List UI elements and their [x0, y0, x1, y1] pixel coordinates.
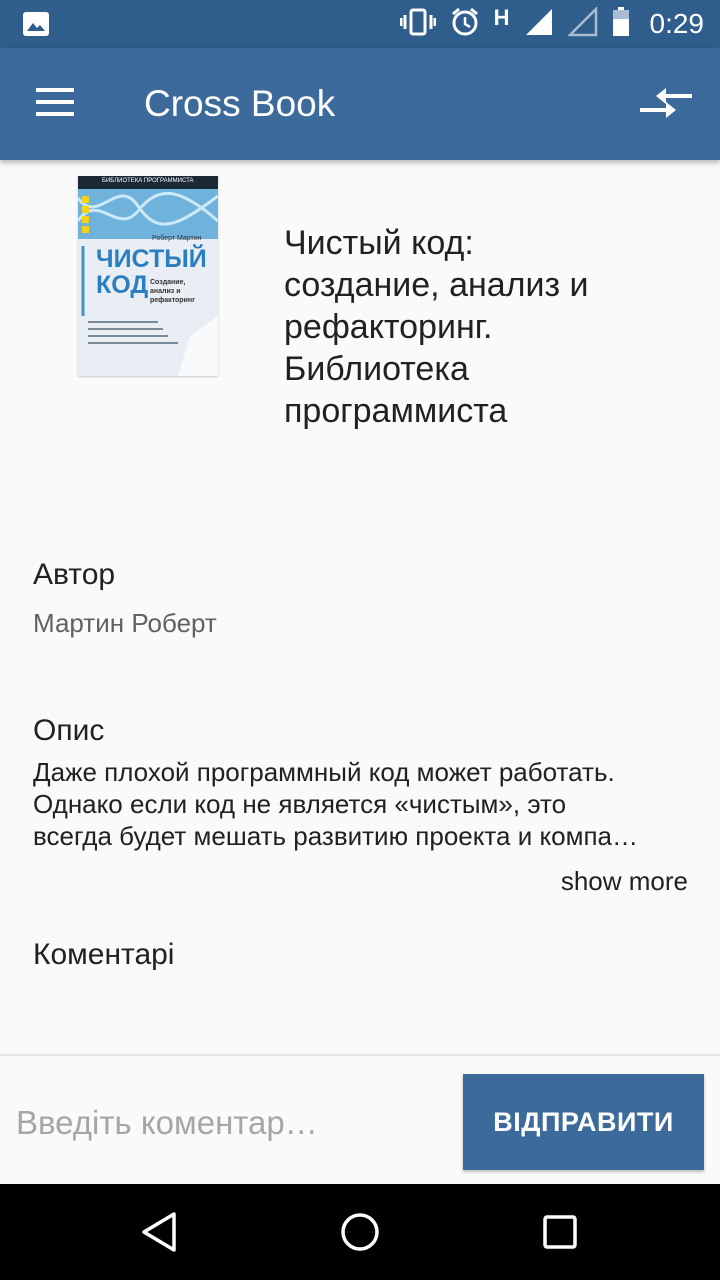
cover-bullets [88, 316, 188, 349]
description-text: Даже плохой программный код может работа… [33, 756, 693, 852]
comment-composer: ВІДПРАВИТИ [0, 1054, 720, 1184]
menu-button[interactable] [28, 80, 84, 128]
home-icon [341, 1213, 379, 1251]
image-notification-icon [22, 11, 50, 37]
cover-series: БИБЛИОТЕКА ПРОГРАММИСТА [102, 178, 194, 184]
status-bar: H 0:29 [0, 0, 720, 48]
send-comment-button[interactable]: ВІДПРАВИТИ [463, 1074, 704, 1170]
signal-icon [524, 7, 554, 42]
description-label: Опис [33, 714, 105, 747]
signal-empty-icon [566, 5, 598, 42]
swap-button[interactable] [640, 84, 692, 124]
back-button[interactable] [136, 1208, 184, 1256]
author-label: Автор [33, 558, 116, 591]
recents-button[interactable] [536, 1208, 584, 1256]
recents-icon [543, 1215, 577, 1249]
home-button[interactable] [336, 1208, 384, 1256]
network-type-label: H [493, 5, 510, 30]
cover-author: Роберт Мартин [152, 235, 202, 242]
description-line: Однако если код не является «чистым», эт… [33, 789, 567, 819]
author-value: Мартин Роберт [33, 608, 217, 638]
book-cover[interactable]: БИБЛИОТЕКА ПРОГРАММИСТА Роберт Мартин ЧИ… [78, 176, 218, 376]
alarm-icon [450, 7, 480, 42]
battery-icon [612, 6, 630, 42]
cover-subtitle: Создание, анализ и рефакторинг [150, 279, 196, 304]
book-title: Чистый код: создание, анализ и рефактори… [284, 224, 589, 430]
swap-icon [640, 88, 692, 118]
description-line: Даже плохой программный код может работа… [33, 757, 615, 787]
comments-label: Коментарі [33, 938, 175, 971]
clock: 0:29 [649, 8, 705, 39]
book-details: БИБЛИОТЕКА ПРОГРАММИСТА Роберт Мартин ЧИ… [0, 160, 720, 1054]
system-nav-bar [0, 1184, 720, 1280]
menu-icon [28, 88, 84, 116]
show-more-link[interactable]: show more [561, 866, 688, 897]
app-bar: Cross Book [0, 48, 720, 160]
description-line: всегда будет мешать развитию проекта и к… [33, 821, 639, 851]
back-icon [142, 1212, 176, 1252]
vibrate-icon [399, 8, 437, 41]
app-title: Cross Book [144, 83, 336, 124]
comment-input[interactable] [16, 1078, 446, 1168]
